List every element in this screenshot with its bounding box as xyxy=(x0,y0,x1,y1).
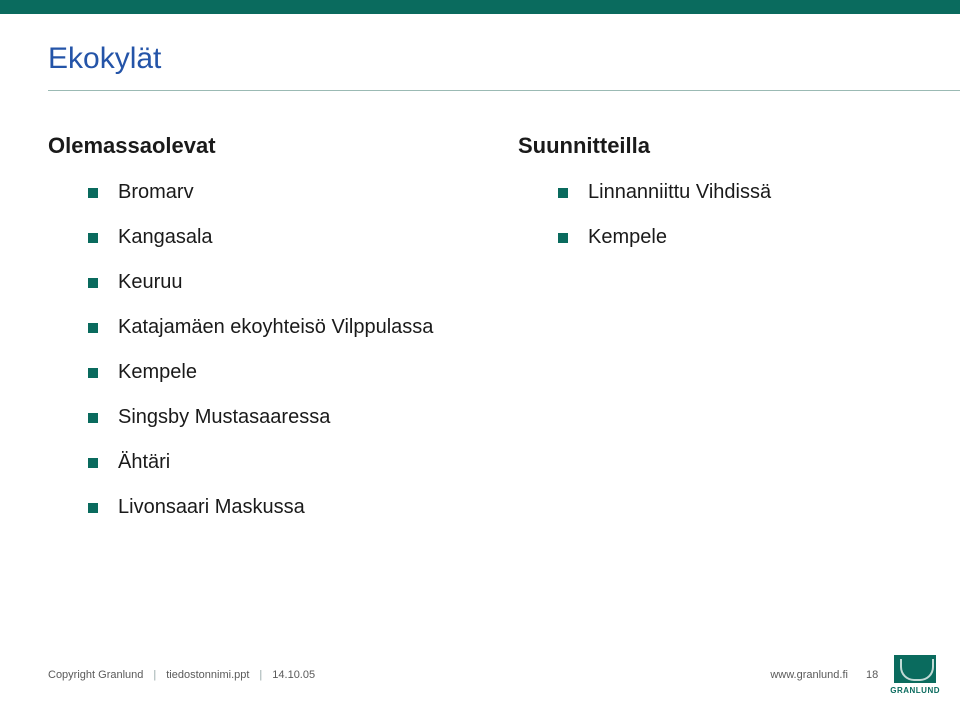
bullet-icon xyxy=(88,458,98,468)
footer-date: 14.10.05 xyxy=(272,669,315,681)
bullet-icon xyxy=(88,188,98,198)
column-existing-heading: Olemassaolevat xyxy=(48,133,518,159)
list-item: Kangasala xyxy=(48,226,518,249)
footer: Copyright Granlund | tiedostonnimi.ppt |… xyxy=(0,655,960,695)
brand-logo: GRANLUND xyxy=(890,655,940,695)
column-planned: Suunnitteilla Linnanniittu Vihdissä Kemp… xyxy=(518,133,918,541)
brand-logo-text: GRANLUND xyxy=(890,687,940,695)
top-accent-bar xyxy=(0,0,960,14)
list-item-label: Bromarv xyxy=(118,181,194,204)
list-item-label: Kempele xyxy=(588,226,667,249)
list-item-label: Ähtäri xyxy=(118,451,170,474)
bullet-icon xyxy=(88,503,98,513)
list-item: Bromarv xyxy=(48,181,518,204)
divider xyxy=(48,90,960,91)
list-item: Kempele xyxy=(518,226,918,249)
list-item: Singsby Mustasaaressa xyxy=(48,406,518,429)
footer-copyright: Copyright Granlund xyxy=(48,669,143,681)
column-planned-heading: Suunnitteilla xyxy=(518,133,918,159)
bullet-icon xyxy=(88,233,98,243)
list-item-label: Keuruu xyxy=(118,271,183,294)
list-item-label: Livonsaari Maskussa xyxy=(118,496,305,519)
list-item: Livonsaari Maskussa xyxy=(48,496,518,519)
column-existing: Olemassaolevat Bromarv Kangasala Keuruu … xyxy=(48,133,518,541)
list-item-label: Singsby Mustasaaressa xyxy=(118,406,330,429)
footer-filename: tiedostonnimi.ppt xyxy=(166,669,249,681)
list-item-label: Katajamäen ekoyhteisö Vilppulassa xyxy=(118,316,433,339)
list-item-label: Linnanniittu Vihdissä xyxy=(588,181,771,204)
footer-separator: | xyxy=(153,669,156,681)
columns: Olemassaolevat Bromarv Kangasala Keuruu … xyxy=(48,133,912,541)
list-item: Kempele xyxy=(48,361,518,384)
bullet-icon xyxy=(88,278,98,288)
list-item-label: Kangasala xyxy=(118,226,213,249)
bullet-icon xyxy=(88,323,98,333)
bullet-icon xyxy=(558,188,568,198)
footer-page-number: 18 xyxy=(866,669,878,681)
bullet-icon xyxy=(558,233,568,243)
bullet-icon xyxy=(88,413,98,423)
list-item: Ähtäri xyxy=(48,451,518,474)
brand-logo-icon xyxy=(894,655,936,683)
list-item: Katajamäen ekoyhteisö Vilppulassa xyxy=(48,316,518,339)
list-item-label: Kempele xyxy=(118,361,197,384)
list-item: Linnanniittu Vihdissä xyxy=(518,181,918,204)
footer-url: www.granlund.fi xyxy=(770,669,848,681)
list-item: Keuruu xyxy=(48,271,518,294)
bullet-icon xyxy=(88,368,98,378)
footer-separator: | xyxy=(259,669,262,681)
content-area: Ekokylät Olemassaolevat Bromarv Kangasal… xyxy=(0,14,960,541)
page-title: Ekokylät xyxy=(48,42,912,76)
